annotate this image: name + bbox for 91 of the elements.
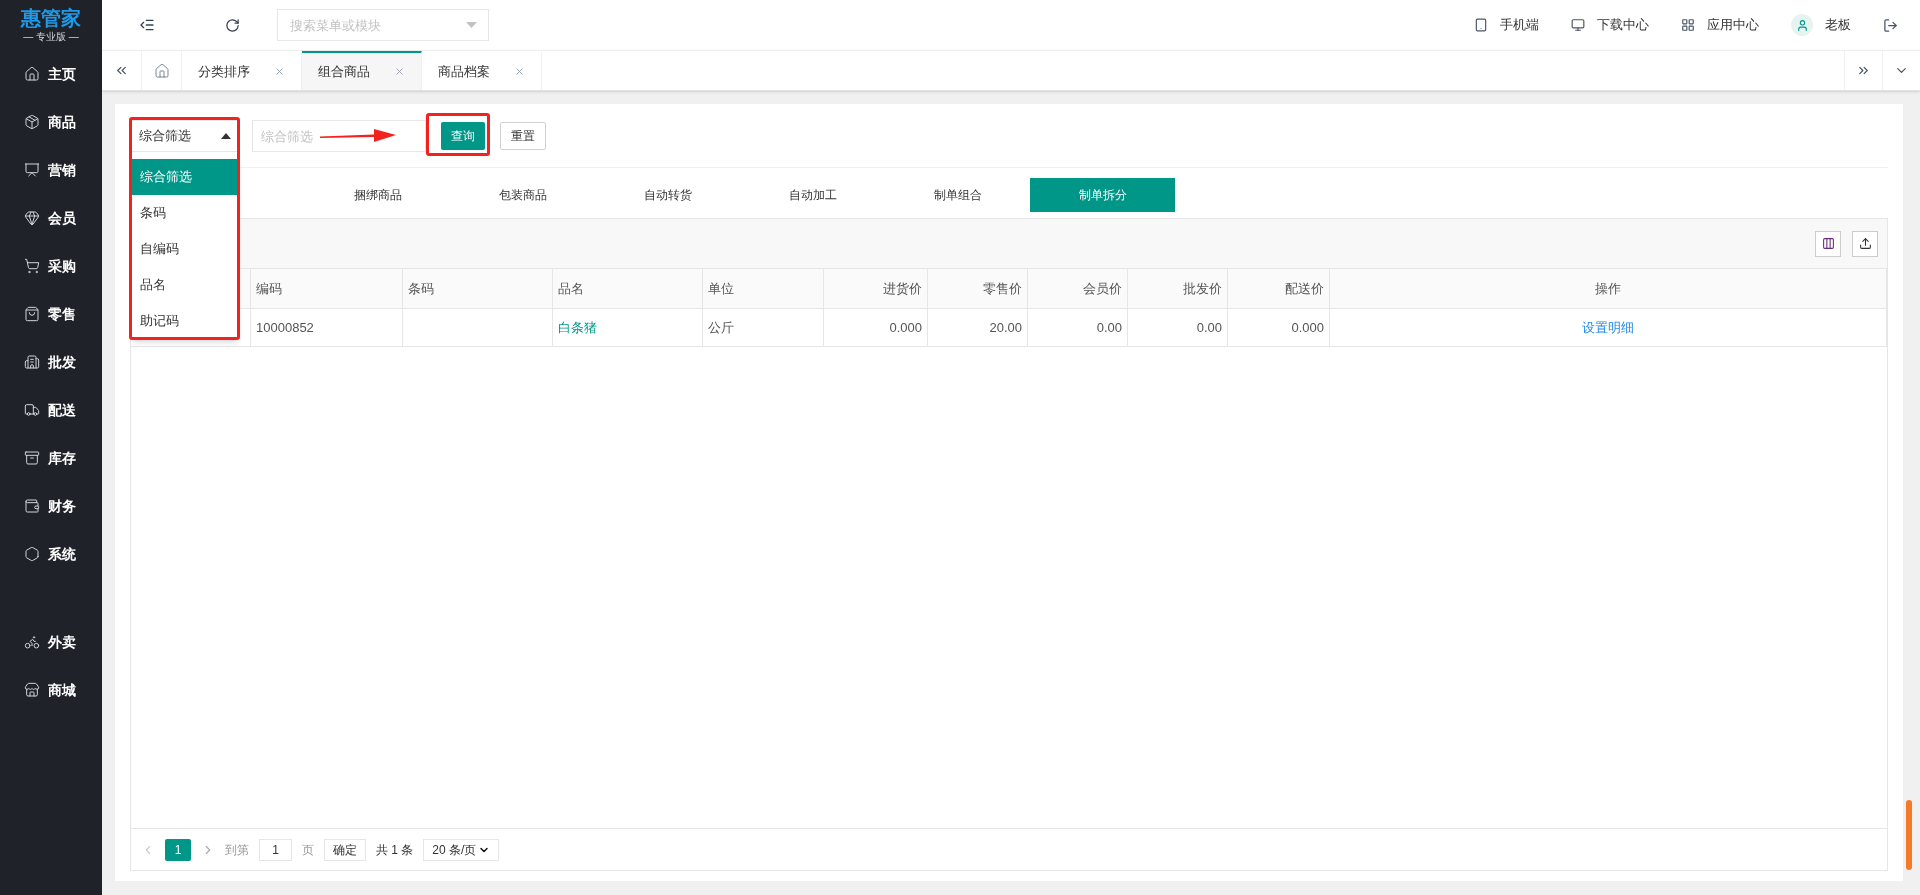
sidebar-item[interactable]: 营销 [0,146,102,194]
table-cell-text: 公斤 [708,318,734,337]
sidebar-item[interactable]: 批发 [0,338,102,386]
bike-icon [24,634,40,650]
sub-tab[interactable]: 制单拆分 [1030,178,1175,212]
annotation-box [426,113,490,156]
sidebar-item[interactable]: 商品 [0,98,102,146]
page-tab[interactable]: 商品档案 [422,51,542,90]
sub-tab[interactable]: 包装商品 [450,178,595,212]
truck-icon [24,402,40,418]
sidebar-item[interactable]: 库存 [0,434,102,482]
logo: 惠管家 [21,8,81,28]
filter-input[interactable]: 综合筛选 [252,120,426,152]
page-size-select[interactable]: 20 条/页 [423,838,500,861]
sidebar-item[interactable]: 零售 [0,290,102,338]
column-header: 品名 [553,269,703,308]
query-button[interactable]: 查询 [441,122,485,150]
total-count: 共 1 条 [376,841,414,859]
upload-icon [1858,237,1872,250]
column-header: 单位 [703,269,824,308]
menu-search-field[interactable]: 搜索菜单或模块 [277,9,489,41]
header-link[interactable]: 手机端 [1474,15,1539,35]
sidebar-item[interactable]: 配送 [0,386,102,434]
close-icon[interactable] [394,66,405,77]
table-cell-text: 20.00 [989,318,1022,337]
detail-link[interactable]: 设置明细 [1582,317,1634,338]
sidebar-item[interactable]: 系统 [0,530,102,578]
sub-tab[interactable]: 自动转货 [595,178,740,212]
table-cell-text: 10000852 [256,318,314,337]
store-icon [24,682,40,698]
caret-up-icon [221,133,231,139]
filter-option[interactable]: 综合筛选 [132,159,239,195]
table-cell-text: 0.00 [1096,318,1122,337]
gem-icon [24,210,40,226]
page-number[interactable]: 1 [165,838,191,861]
wallet-icon [24,498,40,514]
columns-icon [1821,237,1835,250]
reset-button[interactable]: 重置 [500,122,546,150]
box-icon [24,114,40,130]
header-link[interactable]: 应用中心 [1681,15,1759,35]
goto-label: 到第 [225,841,249,859]
building-icon [24,354,40,370]
sidebar-item[interactable]: 采购 [0,242,102,290]
caret-icon [466,22,477,28]
edition-label: — 专业版 — [23,32,79,42]
scroll-thumb[interactable] [1906,800,1912,870]
archive-icon [24,450,40,466]
grid-icon [1681,18,1695,32]
sub-tab[interactable]: 捆绑商品 [305,178,450,212]
header-link[interactable]: 下载中心 [1571,15,1649,35]
column-header: 编码 [251,269,403,308]
cart-icon [24,258,40,274]
hexagon-icon [24,546,40,562]
table-cell-text: 0.000 [889,318,922,337]
column-header: 条码 [403,269,553,308]
sidebar-item[interactable]: 主页 [0,50,102,98]
page-input[interactable]: 1 [259,838,292,861]
table-cell-text: 0.00 [1196,318,1222,337]
column-header: 配送价 [1228,269,1330,308]
table-cell-text: 0.000 [1291,318,1324,337]
close-icon[interactable] [274,66,285,77]
logout-icon[interactable] [1883,17,1898,33]
confirm-button[interactable]: 确定 [324,838,366,861]
avatar-icon[interactable] [1791,14,1813,36]
menu-icon[interactable] [139,17,155,33]
monitor-icon [1571,18,1585,32]
sidebar-item[interactable]: 商城 [0,666,102,714]
column-settings-button[interactable] [1815,230,1841,257]
bag-icon [24,306,40,322]
refresh-icon[interactable] [224,17,240,33]
column-header: 进货价 [824,269,928,308]
column-header: 操作 [1330,269,1887,308]
sub-tab[interactable]: 制单组合 [885,178,1030,212]
sidebar-item[interactable]: 外卖 [0,618,102,666]
chart-board-icon [24,162,40,178]
export-button[interactable] [1852,230,1878,257]
column-header: 批发价 [1128,269,1228,308]
sub-tab[interactable]: 自动加工 [740,178,885,212]
user-name[interactable]: 老板 [1825,15,1851,35]
product-link[interactable]: 白条猪 [558,317,597,338]
page-tab[interactable]: 组合商品 [302,51,422,90]
tablet-icon [1474,18,1488,32]
column-header: 零售价 [928,269,1028,308]
sidebar-item[interactable]: 财务 [0,482,102,530]
home-icon [24,66,40,82]
sidebar-item[interactable]: 会员 [0,194,102,242]
filter-select[interactable]: 综合筛选 [130,120,240,152]
close-icon[interactable] [514,66,525,77]
column-header: 会员价 [1028,269,1128,308]
page-unit: 页 [302,841,314,859]
home-icon [153,62,170,79]
